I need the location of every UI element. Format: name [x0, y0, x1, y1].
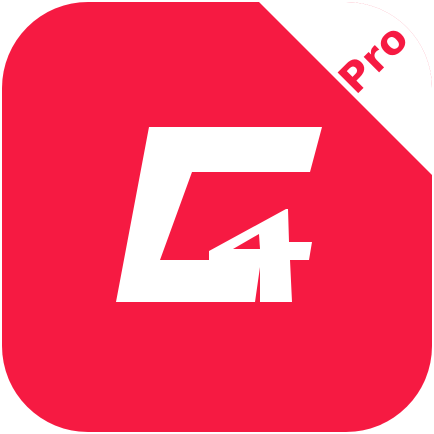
app-icon-container: Pro: [0, 0, 434, 434]
logo-c-shape: [116, 127, 322, 302]
c4-logo-icon: [116, 127, 322, 302]
app-icon[interactable]: Pro: [2, 2, 432, 432]
